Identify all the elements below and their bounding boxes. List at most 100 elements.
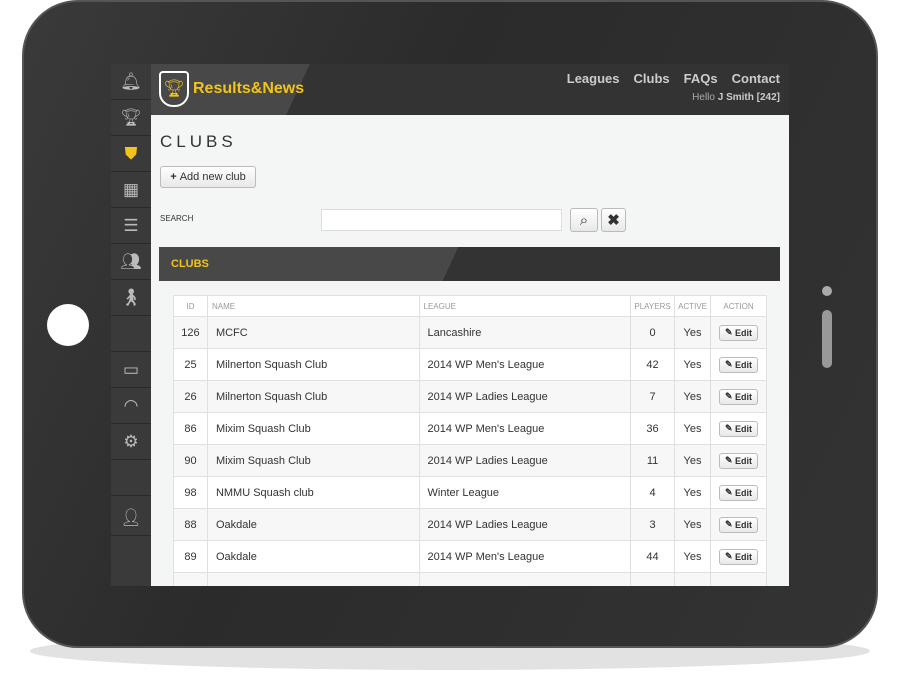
sidebar-spacer bbox=[111, 316, 151, 352]
action-cell: ✎ Edit bbox=[710, 508, 767, 541]
pencil-icon: ✎ bbox=[724, 519, 733, 529]
column-header[interactable]: LEAGUE bbox=[418, 295, 632, 317]
pencil-icon: ✎ bbox=[724, 487, 733, 497]
nav-faqs[interactable]: FAQs bbox=[684, 71, 718, 86]
nav-leagues[interactable]: Leagues bbox=[567, 71, 620, 86]
search-icon: ⌕ bbox=[579, 211, 589, 229]
action-cell: ✎ Edit bbox=[710, 444, 767, 477]
column-header[interactable]: ACTIVE bbox=[674, 295, 711, 317]
edit-label: Edit bbox=[735, 519, 753, 530]
active-cell: Yes bbox=[674, 412, 711, 445]
edit-button[interactable]: ✎ Edit bbox=[718, 324, 759, 341]
user-greeting: Hello J Smith [242] bbox=[692, 92, 780, 103]
bell-icon[interactable]: 🔔︎ bbox=[111, 64, 151, 100]
league-cell: Lancashire bbox=[418, 316, 632, 349]
table-row[interactable]: 89 Oakdale 2014 WP Men's League 44 Yes ✎ Edit bbox=[173, 540, 767, 573]
edit-button[interactable]: ✎ Edit bbox=[718, 548, 759, 565]
clear-search-button[interactable]: ✖ bbox=[601, 208, 626, 232]
players-cell: 0 bbox=[630, 316, 676, 349]
table-row[interactable]: 26 Milnerton Squash Club 2014 WP Ladies Le… bbox=[173, 380, 767, 413]
nav-contact[interactable]: Contact bbox=[732, 71, 780, 86]
empty-cell bbox=[418, 572, 632, 586]
building-icon[interactable]: ▦ bbox=[111, 172, 151, 208]
edit-button[interactable]: ✎ Edit bbox=[718, 516, 759, 533]
user-name[interactable]: J Smith [242] bbox=[718, 92, 780, 103]
edit-button[interactable]: ✎ Edit bbox=[718, 420, 759, 437]
credit-card-icon[interactable]: ▭ bbox=[111, 352, 151, 388]
group-icon[interactable]: 👥︎ bbox=[111, 244, 151, 280]
column-header[interactable]: ACTION bbox=[710, 295, 767, 317]
edit-button[interactable]: ✎ Edit bbox=[718, 356, 759, 373]
column-header[interactable]: PLAYERS bbox=[630, 295, 676, 317]
person-icon[interactable]: 🚶︎ bbox=[111, 280, 151, 316]
empty-cell bbox=[710, 572, 767, 586]
screen: 🔔︎ 🏆︎ ⛊ ▦ ☰ 👥︎ 🚶︎ ▭ ◠ ⚙ 👤︎ 🏆︎ Results&Ne… bbox=[111, 64, 789, 586]
table-row[interactable]: 86 Mixim Squash Club 2014 WP Men's League 3… bbox=[173, 412, 767, 445]
active-cell: Yes bbox=[674, 316, 711, 349]
empty-cell bbox=[630, 572, 676, 586]
active-cell: Yes bbox=[674, 540, 711, 573]
logo[interactable]: 🏆︎ Results&News bbox=[159, 71, 304, 107]
column-header[interactable]: NAME bbox=[206, 295, 420, 317]
id-cell: 88 bbox=[173, 508, 208, 541]
search-button[interactable]: ⌕ bbox=[570, 208, 598, 232]
table-row[interactable]: 88 Oakdale 2014 WP Ladies League 3 Yes ✎ Edit bbox=[173, 508, 767, 541]
gear-icon[interactable]: ⚙ bbox=[111, 424, 151, 460]
add-club-button[interactable]: + Add new club bbox=[160, 166, 256, 188]
edit-button[interactable]: ✎ Edit bbox=[718, 452, 759, 469]
players-cell: 36 bbox=[630, 412, 676, 445]
action-cell: ✎ Edit bbox=[710, 540, 767, 573]
column-header[interactable]: ID bbox=[173, 295, 208, 317]
rss-icon[interactable]: ◠ bbox=[111, 388, 151, 424]
action-cell: ✎ Edit bbox=[710, 348, 767, 381]
edit-button[interactable]: ✎ Edit bbox=[718, 388, 759, 405]
nav-clubs[interactable]: Clubs bbox=[634, 71, 670, 86]
league-cell: 2014 WP Ladies League bbox=[418, 444, 632, 477]
pencil-icon: ✎ bbox=[724, 423, 733, 433]
league-cell: 2014 WP Men's League bbox=[418, 412, 632, 445]
user-icon[interactable]: 👤︎ bbox=[111, 500, 151, 536]
table-row[interactable]: 126 MCFC Lancashire 0 Yes ✎ Edit bbox=[173, 316, 767, 349]
pencil-icon: ✎ bbox=[724, 455, 733, 465]
league-cell: 2014 WP Men's League bbox=[418, 540, 632, 573]
name-cell: Mixim Squash Club bbox=[206, 412, 420, 445]
edit-label: Edit bbox=[735, 327, 753, 338]
trophy-icon[interactable]: 🏆︎ bbox=[111, 100, 151, 136]
side-button bbox=[822, 310, 832, 368]
plus-icon: + bbox=[170, 171, 177, 183]
name-cell: Milnerton Squash Club bbox=[206, 348, 420, 381]
empty-cell bbox=[173, 572, 208, 586]
table-row[interactable]: 98 NMMU Squash club Winter League 4 Yes ✎ Edi… bbox=[173, 476, 767, 509]
header: 🏆︎ Results&News Leagues Clubs FAQs Conta… bbox=[151, 64, 789, 115]
players-cell: 3 bbox=[630, 508, 676, 541]
league-cell: Winter League bbox=[418, 476, 632, 509]
search-input[interactable] bbox=[321, 209, 562, 231]
edit-button[interactable]: ✎ Edit bbox=[718, 484, 759, 501]
league-cell: 2014 WP Ladies League bbox=[418, 380, 632, 413]
players-cell: 11 bbox=[630, 444, 676, 477]
search-label: SEARCH bbox=[160, 214, 194, 223]
clubs-table: ID NAME LEAGUE PLAYERS ACTIVE ACTION 126 MCFC L… bbox=[173, 295, 767, 586]
players-cell: 42 bbox=[630, 348, 676, 381]
id-cell: 86 bbox=[173, 412, 208, 445]
shield-icon[interactable]: ⛊ bbox=[111, 136, 151, 172]
table-row[interactable]: 90 Mixim Squash Club 2014 WP Ladies League… bbox=[173, 444, 767, 477]
name-cell: NMMU Squash club bbox=[206, 476, 420, 509]
name-cell: Oakdale bbox=[206, 508, 420, 541]
id-cell: 25 bbox=[173, 348, 208, 381]
home-button[interactable] bbox=[47, 304, 89, 346]
id-cell: 26 bbox=[173, 380, 208, 413]
league-cell: 2014 WP Men's League bbox=[418, 348, 632, 381]
name-cell: Mixim Squash Club bbox=[206, 444, 420, 477]
pencil-icon: ✎ bbox=[724, 359, 733, 369]
table-row[interactable]: 25 Milnerton Squash Club 2014 WP Men's Lea… bbox=[173, 348, 767, 381]
pencil-icon: ✎ bbox=[724, 391, 733, 401]
edit-label: Edit bbox=[735, 551, 753, 562]
edit-label: Edit bbox=[735, 391, 753, 402]
table-row-partial bbox=[173, 572, 767, 586]
id-cell: 90 bbox=[173, 444, 208, 477]
id-cell: 126 bbox=[173, 316, 208, 349]
list-icon[interactable]: ☰ bbox=[111, 208, 151, 244]
pencil-icon: ✎ bbox=[724, 327, 733, 337]
name-cell: Oakdale bbox=[206, 540, 420, 573]
